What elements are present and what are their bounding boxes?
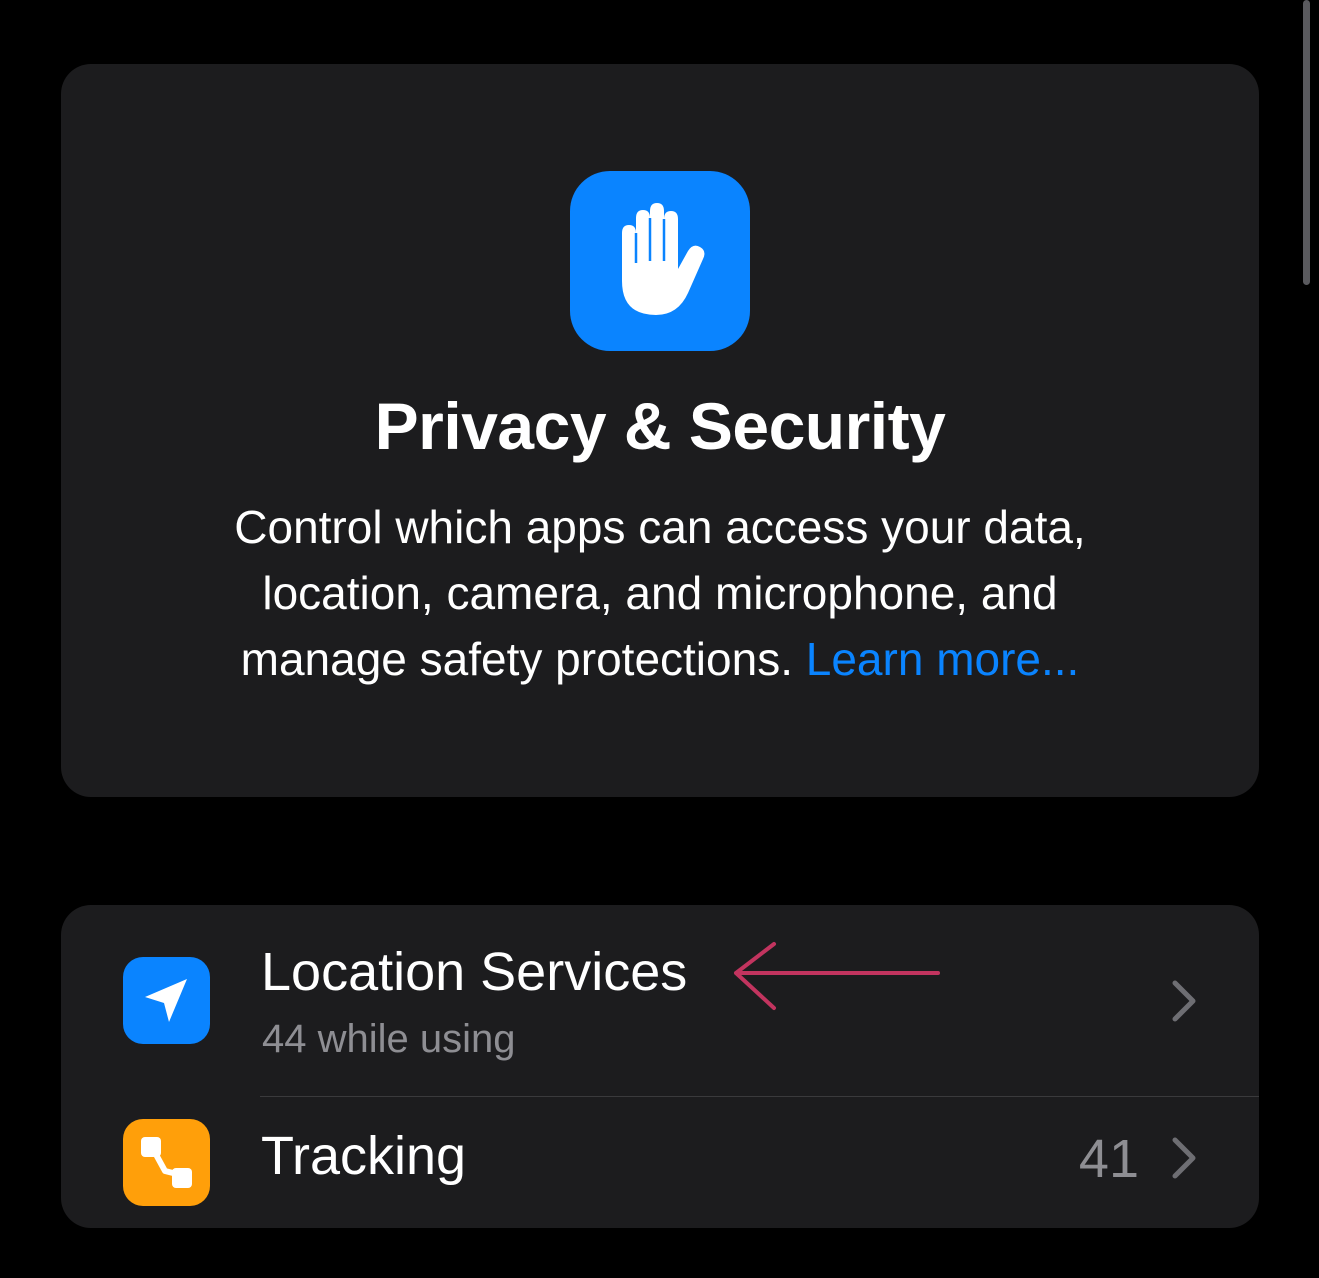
list-item-subtitle: 44 while using [262,1017,516,1061]
chevron-right-icon [1169,1136,1199,1180]
scrollbar[interactable] [1303,0,1310,285]
privacy-settings-list: Location Services 44 while using Trackin… [61,905,1259,1228]
chevron-right-icon [1169,979,1199,1023]
list-item-value: 41 [1078,1129,1139,1189]
description-line: Control which apps can access your data, [234,501,1086,553]
description-text: manage safety protections. [240,633,806,685]
list-item-location-services[interactable]: Location Services 44 while using [61,905,1259,1096]
learn-more-link[interactable]: Learn more... [806,633,1080,685]
hand-raised-icon [570,171,750,351]
annotation-arrow-icon [730,940,942,1012]
privacy-header-card: Privacy & Security Control which apps ca… [61,64,1259,797]
page-description: Control which apps can access your data,… [61,494,1259,692]
list-item-title: Location Services [261,942,688,1002]
location-arrow-icon [123,957,210,1044]
list-item-tracking[interactable]: Tracking 41 [61,1097,1259,1228]
tracking-icon [123,1119,210,1206]
list-item-title: Tracking [261,1126,467,1186]
description-line: manage safety protections. Learn more... [61,626,1259,692]
description-line: location, camera, and microphone, and [262,567,1058,619]
page-title: Privacy & Security [374,389,946,463]
